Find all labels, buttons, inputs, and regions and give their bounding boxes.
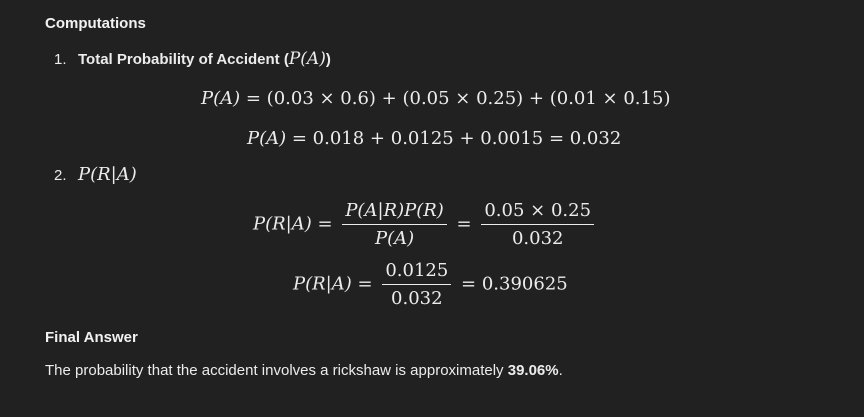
list-item-label: Total Probability of Accident ( bbox=[78, 51, 289, 68]
list-item-close: ) bbox=[325, 51, 331, 68]
equation-total-probability: P(A) = (0.03 × 0.6) + (0.05 × 0.25) + (0… bbox=[201, 88, 670, 109]
fraction-values: 0.05 × 0.25 0.032 bbox=[481, 200, 595, 249]
fraction-numerator: 0.0125 bbox=[382, 260, 452, 285]
equation-rhs: = (0.03 × 0.6) + (0.05 × 0.25) + (0.01 ×… bbox=[240, 88, 671, 109]
inline-math-pa: P(A) bbox=[288, 49, 326, 69]
equation-rhs: = 0.390625 bbox=[461, 273, 568, 295]
equation-lhs: P(R|A) = bbox=[253, 213, 333, 235]
equation-lhs: P(A) bbox=[201, 88, 241, 109]
equation-bayes-result: P(R|A) = 0.0125 0.032 = 0.390625 bbox=[293, 260, 568, 309]
list-item-total-probability: 1. Total Probability of Accident (P(A)) bbox=[54, 49, 331, 69]
fraction-denominator: 0.032 bbox=[391, 288, 443, 309]
fraction-bayes: P(A|R)P(R) P(A) bbox=[342, 200, 447, 249]
final-answer-sentence: The probability that the accident involv… bbox=[45, 362, 508, 379]
list-item-conditional: 2. P(R|A) bbox=[54, 164, 137, 185]
equation-bayes: P(R|A) = P(A|R)P(R) P(A) = 0.05 × 0.25 0… bbox=[253, 200, 598, 249]
inline-math-pra: P(R|A) bbox=[78, 164, 137, 185]
section-heading-final-answer: Final Answer bbox=[45, 329, 138, 346]
equals-sign: = bbox=[456, 213, 472, 235]
section-heading-computations: Computations bbox=[45, 15, 146, 32]
final-answer-text: The probability that the accident involv… bbox=[45, 362, 563, 379]
equation-lhs: P(A) bbox=[247, 128, 287, 149]
equation-lhs: P(R|A) = bbox=[293, 273, 373, 295]
fraction-denominator: P(A) bbox=[374, 228, 415, 249]
equation-total-probability-result: P(A) = 0.018 + 0.0125 + 0.0015 = 0.032 bbox=[247, 128, 621, 149]
list-number: 2. bbox=[54, 167, 67, 184]
fraction-numerator: P(A|R)P(R) bbox=[342, 200, 447, 225]
fraction-denominator: 0.032 bbox=[511, 228, 564, 249]
final-answer-period: . bbox=[558, 362, 563, 379]
list-number: 1. bbox=[54, 51, 67, 68]
fraction-numerator: 0.05 × 0.25 bbox=[481, 200, 595, 225]
equation-rhs: = 0.018 + 0.0125 + 0.0015 = 0.032 bbox=[286, 128, 622, 149]
fraction-result: 0.0125 0.032 bbox=[382, 260, 452, 309]
final-answer-value: 39.06% bbox=[507, 362, 559, 379]
